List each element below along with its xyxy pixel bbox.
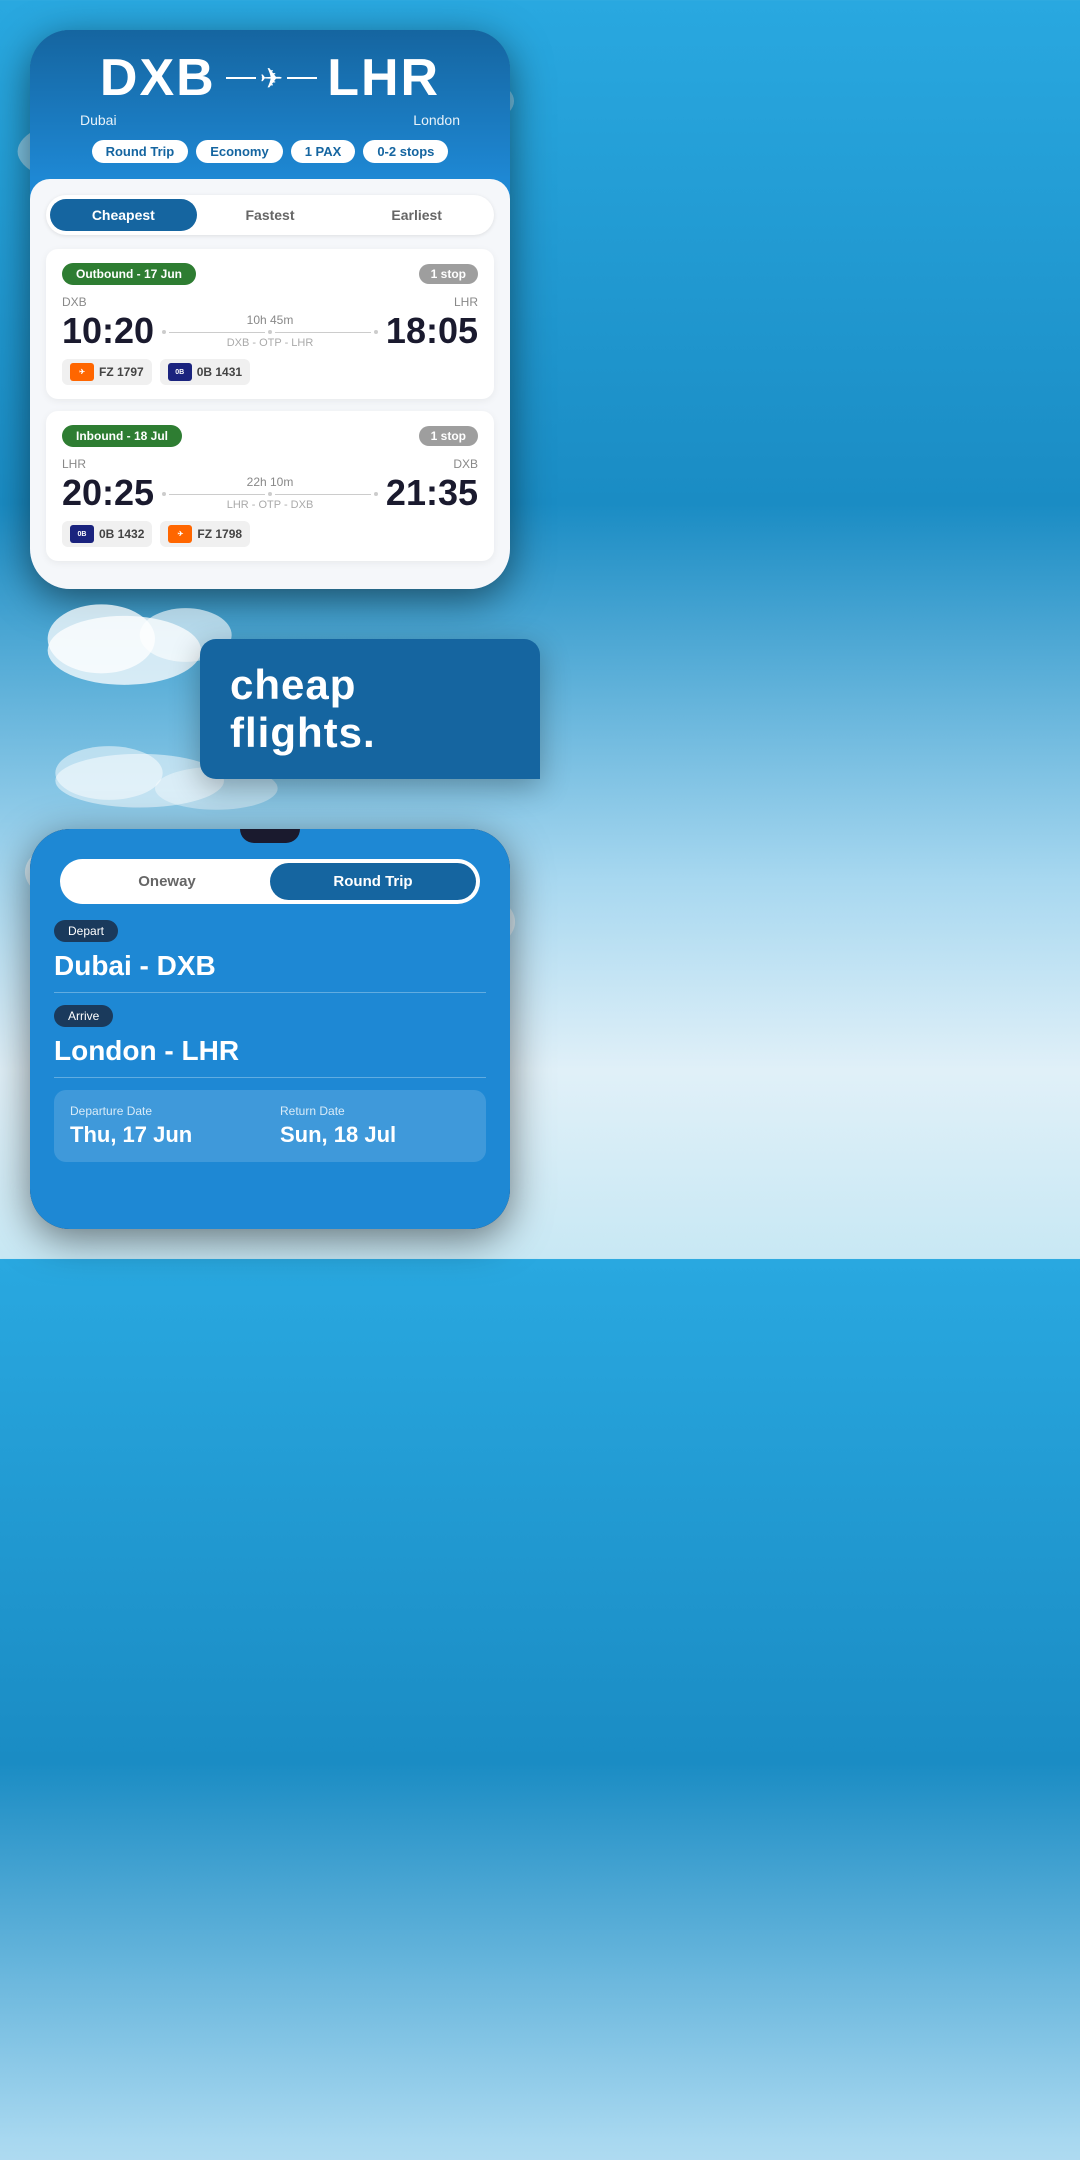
0b-logo-2: 0B	[70, 525, 94, 543]
airline-code-0b1432: 0B 1432	[99, 527, 144, 541]
plane-icon: ✈	[226, 62, 317, 95]
inbound-card[interactable]: Inbound - 18 Jul 1 stop LHR DXB 20:25 22…	[46, 411, 494, 561]
origin-code: DXB	[100, 48, 216, 108]
inbound-stop-badge: 1 stop	[419, 426, 478, 446]
arrive-value: London - LHR	[54, 1035, 486, 1078]
dubai-logo-1: ✈	[70, 363, 94, 381]
return-date-label: Return Date	[280, 1104, 470, 1118]
inbound-route-middle: 22h 10m LHR - OTP - DXB	[154, 475, 386, 511]
return-date-value: Sun, 18 Jul	[280, 1122, 470, 1148]
airline-0b1432: 0B 0B 1432	[62, 521, 152, 547]
dubai-logo-2: ✈	[168, 525, 192, 543]
airline-fz1797: ✈ FZ 1797	[62, 359, 152, 385]
content-area: Cheapest Fastest Earliest Outbound - 17 …	[30, 179, 510, 589]
inbound-to: DXB	[453, 457, 478, 471]
0b-logo-1: 0B	[168, 363, 192, 381]
outbound-to: LHR	[454, 295, 478, 309]
outbound-from: DXB	[62, 295, 87, 309]
dest-city: London	[413, 112, 460, 128]
toggle-oneway[interactable]: Oneway	[64, 863, 270, 900]
inbound-from: LHR	[62, 457, 86, 471]
cabin-class-pill[interactable]: Economy	[196, 140, 283, 163]
departure-date-label: Departure Date	[70, 1104, 260, 1118]
airline-code-0b1431: 0B 1431	[197, 365, 242, 379]
toggle-roundtrip[interactable]: Round Trip	[270, 863, 476, 900]
return-date-col[interactable]: Return Date Sun, 18 Jul	[280, 1104, 470, 1148]
flight-header: DXB ✈ LHR Dubai London Round	[30, 30, 510, 179]
promo-section: cheap flights.	[0, 619, 540, 799]
promo-bubble: cheap flights.	[200, 639, 540, 779]
departure-date-col[interactable]: Departure Date Thu, 17 Jun	[70, 1104, 260, 1148]
outbound-route-middle: 10h 45m DXB - OTP - LHR	[154, 313, 386, 349]
outbound-card[interactable]: Outbound - 17 Jun 1 stop DXB LHR 10:20 1…	[46, 249, 494, 399]
departure-date-value: Thu, 17 Jun	[70, 1122, 260, 1148]
bottom-phone: Oneway Round Trip Depart Dubai - DXB Arr…	[30, 829, 510, 1229]
outbound-label: Outbound - 17 Jun	[62, 263, 196, 285]
inbound-airlines: 0B 0B 1432 ✈ FZ 1798	[62, 521, 478, 547]
airline-fz1798: ✈ FZ 1798	[160, 521, 250, 547]
phone-notch	[240, 829, 300, 843]
tab-earliest[interactable]: Earliest	[343, 199, 490, 231]
depart-value: Dubai - DXB	[54, 950, 486, 993]
inbound-label: Inbound - 18 Jul	[62, 425, 182, 447]
promo-text: cheap flights.	[230, 661, 376, 756]
arrive-label: Arrive	[54, 1005, 113, 1027]
outbound-stop-badge: 1 stop	[419, 264, 478, 284]
depart-label: Depart	[54, 920, 118, 942]
airline-code-fz1798: FZ 1798	[197, 527, 242, 541]
inbound-duration: 22h 10m	[162, 475, 378, 489]
search-form: Depart Dubai - DXB Arrive London - LHR D…	[30, 920, 510, 1162]
top-phone: DXB ✈ LHR Dubai London Round	[30, 30, 510, 589]
airline-0b1431: 0B 0B 1431	[160, 359, 250, 385]
inbound-route-code: LHR - OTP - DXB	[162, 499, 378, 511]
origin-city: Dubai	[80, 112, 117, 128]
outbound-departure: 10:20	[62, 313, 154, 349]
inbound-departure: 20:25	[62, 475, 154, 511]
stops-pill[interactable]: 0-2 stops	[363, 140, 448, 163]
arrive-field[interactable]: Arrive London - LHR	[54, 1005, 486, 1078]
tab-fastest[interactable]: Fastest	[197, 199, 344, 231]
outbound-route-code: DXB - OTP - LHR	[162, 337, 378, 349]
inbound-arrival: 21:35	[386, 475, 478, 511]
dates-row[interactable]: Departure Date Thu, 17 Jun Return Date S…	[54, 1090, 486, 1162]
outbound-duration: 10h 45m	[162, 313, 378, 327]
outbound-airlines: ✈ FZ 1797 0B 0B 1431	[62, 359, 478, 385]
passengers-pill[interactable]: 1 PAX	[291, 140, 356, 163]
dest-code: LHR	[327, 48, 440, 108]
trip-toggle: Oneway Round Trip	[60, 859, 480, 904]
airline-code-fz1797: FZ 1797	[99, 365, 144, 379]
tab-bar: Cheapest Fastest Earliest	[46, 195, 494, 235]
trip-type-pill[interactable]: Round Trip	[92, 140, 189, 163]
tab-cheapest[interactable]: Cheapest	[50, 199, 197, 231]
depart-field[interactable]: Depart Dubai - DXB	[54, 920, 486, 993]
outbound-arrival: 18:05	[386, 313, 478, 349]
